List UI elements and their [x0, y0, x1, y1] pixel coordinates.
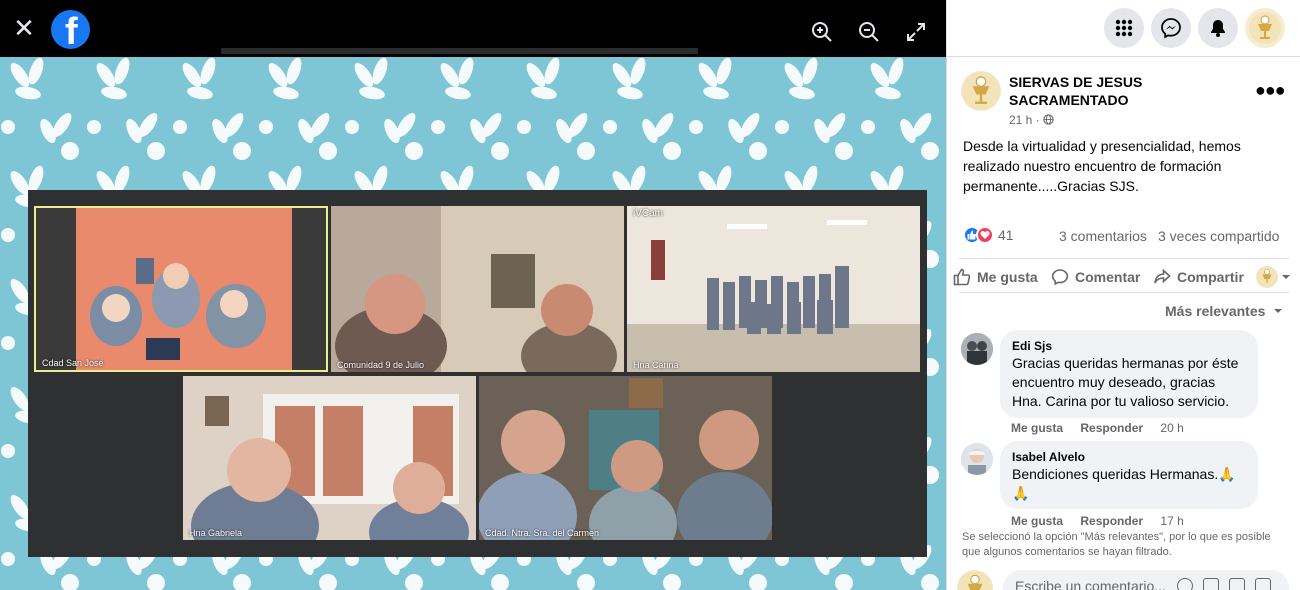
like-button[interactable]: Me gusta [953, 268, 1038, 286]
shares-count-link[interactable]: 3 veces compartido [1158, 228, 1279, 244]
video-tile-label: Hna Carina [633, 360, 679, 370]
post-sidebar: SIERVAS DE JESUS SACRAMENTADO 21 h · ●●●… [946, 0, 1300, 590]
globe-icon [1043, 114, 1054, 125]
more-options-icon[interactable]: ●●● [1255, 80, 1286, 101]
video-tile-label: Cdad. Ntra. Sra. del Carmen [485, 528, 600, 538]
comment-composer [1003, 570, 1289, 590]
video-tile-image [183, 376, 476, 540]
page-avatar[interactable] [961, 71, 1001, 111]
chevron-down-icon [1282, 275, 1290, 279]
comments-count-link[interactable]: 3 comentarios [1059, 228, 1147, 244]
share-as-avatar [1256, 266, 1278, 288]
composer-avatar [957, 570, 993, 590]
zoom-in-icon[interactable] [810, 20, 834, 44]
comment-actions: Me gusta Responder 20 h [1011, 421, 1198, 435]
comment-bubble: Isabel Alvelo Bendiciones queridas Herma… [1000, 441, 1258, 509]
comment-author[interactable]: Edi Sjs [1012, 338, 1246, 354]
actions-divider-bottom [959, 292, 1289, 293]
header-divider [947, 56, 1300, 57]
comment-actions: Me gusta Responder 17 h [1011, 514, 1198, 528]
comment-text: Gracias queridas hermanas por éste encue… [1012, 355, 1239, 409]
photo-viewer: ✕ f Cdad San José Comunidad 9 de Julio i… [0, 0, 946, 590]
post-photo: Cdad San José Comunidad 9 de Julio iVCam… [0, 57, 946, 590]
fullscreen-icon[interactable] [904, 20, 928, 44]
video-tile-comunidad-9-de-julio[interactable]: Comunidad 9 de Julio [331, 206, 624, 372]
comment-author-avatar[interactable] [961, 333, 993, 365]
comment-icon [1051, 269, 1069, 286]
reactions-summary[interactable]: 41 [963, 226, 1014, 244]
comment-button[interactable]: Comentar [1051, 268, 1140, 286]
share-button-label: Compartir [1177, 269, 1244, 285]
chalice-icon [958, 571, 992, 590]
zoom-out-icon[interactable] [857, 20, 881, 44]
video-tile-image [627, 206, 920, 372]
gif-icon[interactable] [1229, 578, 1245, 590]
comment-like-link[interactable]: Me gusta [1011, 421, 1063, 435]
video-tile-image [479, 376, 772, 540]
sticker-icon[interactable] [1255, 578, 1271, 590]
comment-sort-label: Más relevantes [1165, 303, 1266, 319]
avatar-photo [961, 333, 993, 365]
menu-grid-icon[interactable] [1104, 8, 1144, 48]
chalice-icon [1249, 12, 1281, 44]
video-tile-image [331, 206, 624, 372]
chalice-icon [962, 72, 1000, 110]
notifications-bell-icon[interactable] [1198, 8, 1238, 48]
comment-time[interactable]: 20 h [1160, 421, 1183, 435]
close-icon[interactable]: ✕ [10, 14, 38, 42]
share-as-selector[interactable] [1256, 266, 1291, 288]
page-name-link[interactable]: SIERVAS DE JESUS SACRAMENTADO [1009, 73, 1209, 109]
video-tile-cdad-ntra-sra-del-carmen[interactable]: Cdad. Ntra. Sra. del Carmen [479, 376, 772, 540]
chevron-down-icon [1274, 309, 1283, 313]
comment-author-avatar[interactable] [961, 443, 993, 475]
post-text: Desde la virtualidad y presencialidad, h… [963, 138, 1241, 194]
comment-input[interactable] [1015, 576, 1175, 590]
comments-filter-note: Se seleccionó la opción "Más relevantes"… [962, 531, 1271, 558]
share-button[interactable]: Compartir [1153, 268, 1244, 286]
comment-time[interactable]: 17 h [1160, 514, 1183, 528]
thumbs-up-icon [953, 268, 971, 286]
video-tile-label: Hna Gabriela [189, 528, 243, 538]
comment-button-label: Comentar [1075, 269, 1141, 285]
share-icon [1154, 268, 1171, 284]
video-tile-label: Cdad San José [42, 358, 104, 368]
viewer-bar [221, 48, 698, 54]
post-meta: 21 h · [1009, 113, 1054, 127]
comment-reply-link[interactable]: Responder [1080, 514, 1143, 528]
avatar-photo [961, 443, 993, 475]
comment-text: Bendiciones queridas Hermanas.🙏 🙏 [1012, 466, 1236, 501]
video-tile-image [36, 208, 326, 370]
comment-bubble: Edi Sjs Gracias queridas hermanas por és… [1000, 330, 1258, 418]
camera-icon[interactable] [1203, 578, 1219, 590]
messenger-icon[interactable] [1151, 8, 1191, 48]
video-call-screen: Cdad San José Comunidad 9 de Julio iVCam… [28, 190, 927, 557]
emoji-icon[interactable] [1177, 578, 1193, 590]
actions-divider-top [959, 258, 1289, 259]
video-tile-hna-carina[interactable]: iVCam Hna Carina [627, 206, 920, 372]
profile-avatar[interactable] [1245, 8, 1285, 48]
comment-like-link[interactable]: Me gusta [1011, 514, 1063, 528]
comment-author[interactable]: Isabel Alvelo [1012, 449, 1246, 465]
video-tile-cdad-san-jose[interactable]: Cdad San José [34, 206, 328, 372]
video-tile-camera-label: iVCam [633, 208, 664, 219]
comment-sort-dropdown[interactable]: Más relevantes [1165, 303, 1283, 319]
video-tile-hna-gabriela[interactable]: Hna Gabriela [183, 376, 476, 540]
post-time[interactable]: 21 h [1009, 113, 1032, 127]
chalice-icon [1256, 266, 1278, 288]
like-button-label: Me gusta [977, 269, 1038, 285]
facebook-logo-letter: f [65, 11, 78, 49]
comment-reply-link[interactable]: Responder [1080, 421, 1143, 435]
facebook-logo[interactable]: f [51, 10, 90, 49]
love-reaction-icon [976, 226, 994, 244]
reaction-count: 41 [998, 227, 1014, 243]
video-tile-label: Comunidad 9 de Julio [337, 360, 425, 370]
photo-viewer-app: ✕ f Cdad San José Comunidad 9 de Julio i… [0, 0, 1300, 590]
